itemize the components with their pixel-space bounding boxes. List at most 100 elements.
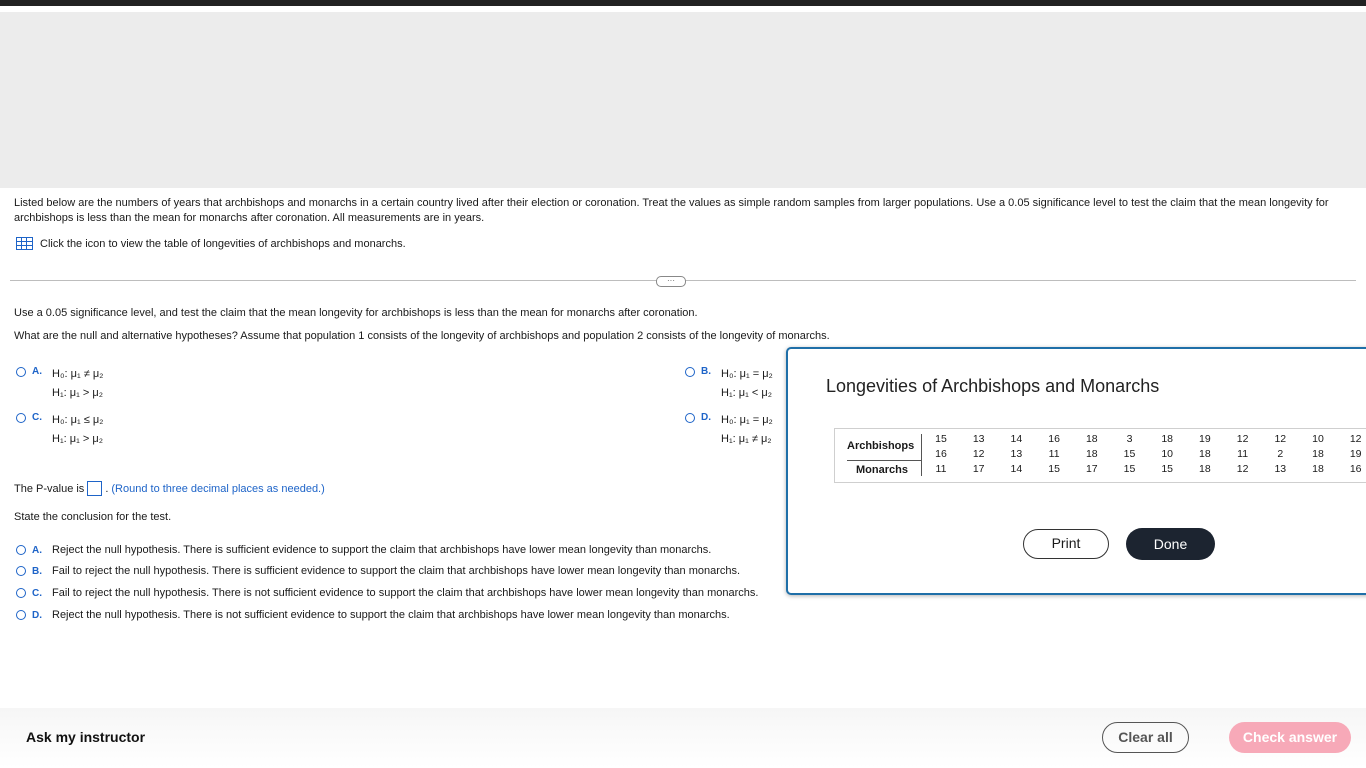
archbishops-column-3: 14 13 — [1006, 432, 1026, 461]
radio-button[interactable] — [16, 413, 26, 423]
table-cell: 18 — [1199, 447, 1211, 460]
table-cell: 2 — [1277, 447, 1284, 460]
table-cell: 11 — [1237, 447, 1249, 460]
alt-hypothesis: H₁: μ₁ > μ₂ — [52, 433, 103, 445]
conclusion-prompt: State the conclusion for the test. — [14, 511, 172, 523]
table-cell: 19 — [1199, 433, 1211, 445]
question-line-1: Use a 0.05 significance level, and test … — [14, 307, 698, 319]
radio-button[interactable] — [16, 545, 26, 555]
done-button[interactable]: Done — [1126, 528, 1215, 560]
popup-title: Longevities of Archbishops and Monarchs — [826, 376, 1160, 396]
row-label-archbishops: Archbishops — [847, 440, 915, 452]
table-cell: 13 — [1010, 447, 1023, 460]
radio-button[interactable] — [16, 588, 26, 598]
table-vertical-rule — [921, 434, 922, 476]
table-cell: 15 — [1048, 463, 1060, 475]
radio-button[interactable] — [16, 610, 26, 620]
conclusion-text: Reject the null hypothesis. There is suf… — [52, 544, 712, 556]
data-table-popup: Longevities of Archbishops and Monarchs … — [786, 347, 1366, 595]
table-cell: 16 — [1349, 463, 1362, 475]
table-cell: 16 — [935, 447, 947, 460]
ask-instructor-link[interactable]: Ask my instructor — [26, 729, 145, 745]
table-cell: 19 — [1349, 447, 1362, 460]
radio-button[interactable] — [16, 566, 26, 576]
archbishops-column-8: 19 18 — [1195, 432, 1215, 461]
alt-hypothesis: H₁: μ₁ ≠ μ₂ — [721, 433, 772, 445]
null-hypothesis: H₀: μ₁ ≠ μ₂ — [52, 368, 104, 380]
table-cell: 18 — [1085, 433, 1098, 445]
view-table-label[interactable]: Click the icon to view the table of long… — [40, 238, 406, 250]
conclusion-option-c[interactable]: C. Fail to reject the null hypothesis. T… — [16, 587, 758, 599]
archbishops-column-4: 16 11 — [1044, 432, 1064, 461]
pvalue-row: The P-value is . (Round to three decimal… — [14, 481, 325, 496]
media-placeholder — [0, 12, 1366, 188]
table-cell: 15 — [1123, 447, 1136, 460]
view-table-link[interactable]: Click the icon to view the table of long… — [16, 237, 406, 250]
archbishops-column-12: 12 19 — [1346, 432, 1366, 461]
divider-expand-handle[interactable]: ··· — [656, 276, 686, 287]
table-cell: 12 — [1236, 463, 1249, 475]
conclusion-option-a[interactable]: A. Reject the null hypothesis. There is … — [16, 544, 711, 556]
table-cell: 16 — [1048, 433, 1060, 445]
conclusion-option-b[interactable]: B. Fail to reject the null hypothesis. T… — [16, 565, 740, 577]
archbishops-column-11: 10 18 — [1308, 432, 1328, 461]
table-cell: 12 — [1236, 433, 1249, 445]
radio-button[interactable] — [685, 367, 695, 377]
archbishops-column-9: 12 11 — [1233, 432, 1253, 461]
table-cell: 18 — [1312, 463, 1324, 475]
hypothesis-option-b[interactable]: B. H₀: μ₁ = μ₂ H₁: μ₁ < μ₂ — [685, 365, 773, 403]
longevity-table: Archbishops Monarchs 15 16 11 13 12 17 14 13 14 1… — [834, 428, 1366, 483]
hypothesis-option-c[interactable]: C. H₀: μ₁ ≤ μ₂ H₁: μ₁ > μ₂ — [16, 411, 103, 449]
table-cell: 15 — [935, 433, 947, 445]
table-cell: 13 — [1274, 463, 1287, 475]
table-cell: 18 — [1312, 447, 1324, 460]
table-cell: 18 — [1199, 463, 1211, 475]
archbishops-column-7: 18 10 — [1157, 432, 1177, 461]
table-cell: 12 — [972, 447, 985, 460]
alt-hypothesis: H₁: μ₁ > μ₂ — [52, 387, 103, 399]
question-line-2: What are the null and alternative hypoth… — [14, 330, 830, 342]
table-cell: 10 — [1161, 447, 1174, 460]
pvalue-input[interactable] — [87, 481, 103, 496]
conclusion-option-d[interactable]: D. Reject the null hypothesis. There is … — [16, 609, 730, 621]
table-cell: 11 — [1048, 447, 1060, 460]
table-cell: 18 — [1161, 433, 1174, 445]
null-hypothesis: H₀: μ₁ ≤ μ₂ — [52, 414, 104, 426]
table-cell: 17 — [972, 463, 985, 475]
radio-button[interactable] — [16, 367, 26, 377]
table-cell: 12 — [1274, 433, 1287, 445]
archbishops-column-10: 12 2 — [1270, 432, 1290, 461]
archbishops-column-1: 15 16 — [931, 432, 951, 461]
null-hypothesis: H₀: μ₁ = μ₂ — [721, 368, 773, 380]
table-cell: 15 — [1123, 463, 1136, 475]
table-grid-icon[interactable] — [16, 237, 33, 250]
check-answer-button[interactable]: Check answer — [1229, 722, 1351, 753]
table-cell: 17 — [1085, 463, 1098, 475]
table-cell: 15 — [1161, 463, 1174, 475]
table-cell: 11 — [935, 463, 947, 475]
table-cell: 10 — [1312, 433, 1324, 445]
conclusion-text: Fail to reject the null hypothesis. Ther… — [52, 565, 741, 577]
table-cell: 14 — [1010, 463, 1023, 475]
conclusion-text: Reject the null hypothesis. There is not… — [52, 609, 730, 621]
hypothesis-option-d[interactable]: D. H₀: μ₁ = μ₂ H₁: μ₁ ≠ μ₂ — [685, 411, 773, 449]
table-cell: 13 — [972, 433, 985, 445]
table-cell: 18 — [1085, 447, 1098, 460]
table-cell: 12 — [1349, 433, 1362, 445]
alt-hypothesis: H₁: μ₁ < μ₂ — [721, 387, 772, 399]
pvalue-label: The P-value is — [14, 482, 85, 495]
table-cell: 14 — [1010, 433, 1023, 445]
row-label-monarchs: Monarchs — [856, 464, 908, 476]
table-cell: 3 — [1126, 433, 1133, 445]
rounding-hint: (Round to three decimal places as needed… — [111, 482, 325, 495]
conclusion-text: Fail to reject the null hypothesis. Ther… — [52, 587, 759, 599]
null-hypothesis: H₀: μ₁ = μ₂ — [721, 414, 773, 426]
clear-all-button[interactable]: Clear all — [1102, 722, 1189, 753]
print-button[interactable]: Print — [1023, 529, 1109, 559]
problem-intro: Listed below are the numbers of years th… — [14, 197, 1329, 224]
table-horizontal-rule — [847, 460, 922, 461]
radio-button[interactable] — [685, 413, 695, 423]
hypothesis-option-a[interactable]: A. H₀: μ₁ ≠ μ₂ H₁: μ₁ > μ₂ — [16, 365, 103, 403]
archbishops-column-6: 3 15 — [1120, 432, 1140, 461]
pvalue-suffix: . — [105, 482, 109, 495]
